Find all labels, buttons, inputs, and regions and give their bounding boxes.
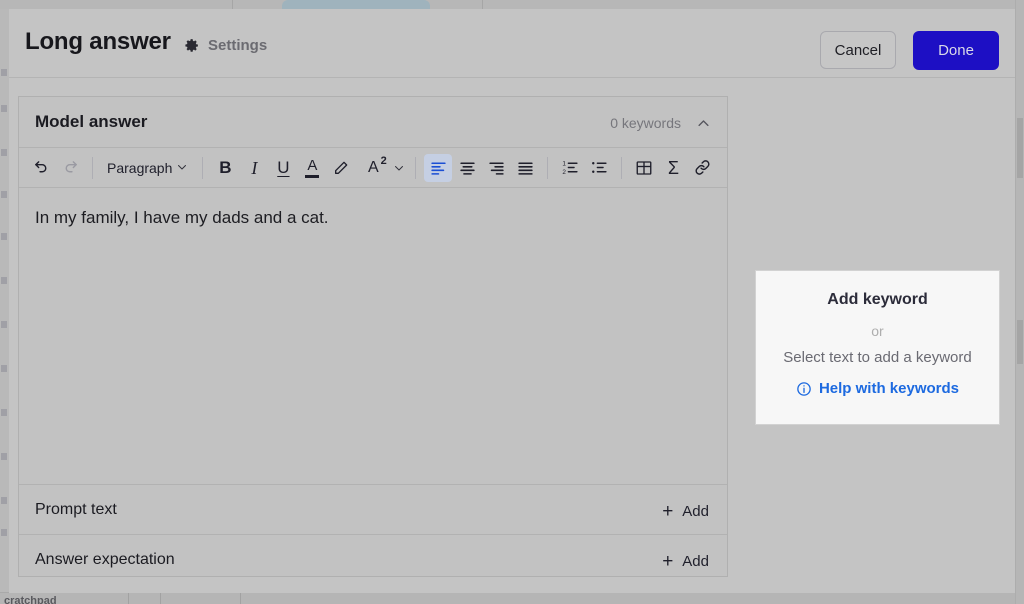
undo-icon[interactable] (27, 154, 55, 182)
answer-expectation-label: Answer expectation (35, 551, 175, 568)
redo-icon (56, 154, 84, 182)
bold-button[interactable]: B (211, 154, 239, 182)
align-right-icon[interactable] (482, 154, 510, 182)
align-left-icon[interactable] (424, 153, 453, 182)
settings-button[interactable]: Settings (183, 37, 267, 54)
plus-icon: + (662, 551, 674, 572)
bottom-bar-divider (160, 593, 161, 604)
cancel-button[interactable]: Cancel (820, 31, 896, 69)
underline-label: U (277, 158, 290, 177)
chevron-down-icon (176, 160, 188, 176)
toolbar-divider (202, 156, 204, 179)
model-answer-text: In my family, I have my dads and a cat. (35, 208, 329, 227)
chevron-up-icon[interactable] (696, 116, 711, 131)
prompt-text-label: Prompt text (35, 501, 117, 518)
superscript-label: A (368, 158, 379, 176)
underline-button[interactable]: U (269, 154, 297, 182)
settings-label: Settings (208, 37, 268, 54)
prompt-text-row: Prompt text + Add (19, 485, 727, 535)
toolbar-divider (92, 156, 93, 179)
paragraph-format-label: Paragraph (107, 159, 173, 176)
editor-toolbar: Paragraph B I U A A 2 1 2 Σ (19, 148, 727, 188)
help-with-keywords-link[interactable]: Help with keywords (796, 380, 959, 397)
background-bottom-label: cratchpad (4, 595, 57, 604)
highlight-pencil-icon[interactable] (327, 154, 355, 182)
numbered-list-icon[interactable]: 1 2 (556, 154, 584, 182)
align-center-icon[interactable] (453, 154, 481, 182)
model-answer-header: Model answer 0 keywords (19, 97, 727, 148)
modal-header: Long answer Settings Cancel Done (9, 9, 1015, 78)
page-scrollbar-thumb[interactable] (1017, 118, 1023, 178)
screen: cratchpad Long answer Settings Cancel Do… (0, 0, 1024, 604)
bold-label: B (219, 158, 232, 177)
model-answer-card: Model answer 0 keywords Paragraph B I U … (18, 96, 728, 577)
add-label: Add (682, 553, 709, 570)
svg-text:1: 1 (562, 160, 566, 167)
browser-tab-strip (0, 0, 1024, 9)
toolbar-divider (547, 156, 549, 179)
add-label: Add (682, 503, 709, 520)
plus-icon: + (662, 501, 674, 522)
done-button[interactable]: Done (913, 31, 999, 70)
add-answer-expectation-button[interactable]: + Add (660, 548, 711, 575)
add-keyword-panel: Add keyword or Select text to add a keyw… (755, 270, 1000, 425)
gear-icon (183, 37, 200, 54)
add-keyword-button[interactable]: Add keyword (756, 291, 999, 309)
select-text-hint: Select text to add a keyword (783, 349, 972, 366)
align-justify-icon[interactable] (511, 154, 539, 182)
toolbar-divider (415, 156, 417, 179)
text-color-label: A (307, 156, 318, 174)
add-prompt-text-button[interactable]: + Add (660, 498, 711, 525)
text-color-button[interactable]: A (298, 154, 326, 182)
italic-button[interactable]: I (240, 154, 268, 182)
keyword-count: 0 keywords (610, 115, 681, 131)
table-icon[interactable] (630, 154, 658, 182)
bottom-bar-divider (240, 593, 241, 604)
bullet-list-icon[interactable] (585, 154, 613, 182)
page-title: Long answer (25, 28, 171, 55)
tab-divider (482, 0, 483, 9)
page-scrollbar[interactable] (1015, 0, 1024, 604)
bottom-bar-divider (128, 593, 129, 604)
svg-text:2: 2 (562, 169, 566, 176)
tab-divider (232, 0, 233, 9)
page-scrollbar-thumb[interactable] (1017, 320, 1023, 364)
superscript-button[interactable]: A 2 (356, 154, 390, 182)
text-color-swatch (305, 174, 320, 178)
section-title: Model answer (35, 112, 148, 131)
model-answer-editor[interactable]: In my family, I have my dads and a cat. (19, 188, 727, 485)
italic-label: I (251, 157, 258, 178)
help-with-keywords-label: Help with keywords (818, 380, 960, 397)
toolbar-divider (621, 156, 623, 179)
info-circle-icon (796, 381, 812, 397)
superscript-chevron-down-icon[interactable] (391, 154, 407, 182)
equation-button[interactable]: Σ (659, 154, 687, 182)
link-icon[interactable] (688, 154, 716, 182)
background-bottom-bar: cratchpad (0, 592, 1024, 604)
or-separator-label: or (871, 323, 884, 339)
equation-label: Σ (667, 157, 679, 178)
superscript-exponent: 2 (380, 154, 387, 167)
paragraph-format-dropdown[interactable]: Paragraph (101, 155, 194, 181)
answer-expectation-row: Answer expectation + Add (19, 535, 727, 585)
browser-tab-active[interactable] (282, 0, 430, 9)
